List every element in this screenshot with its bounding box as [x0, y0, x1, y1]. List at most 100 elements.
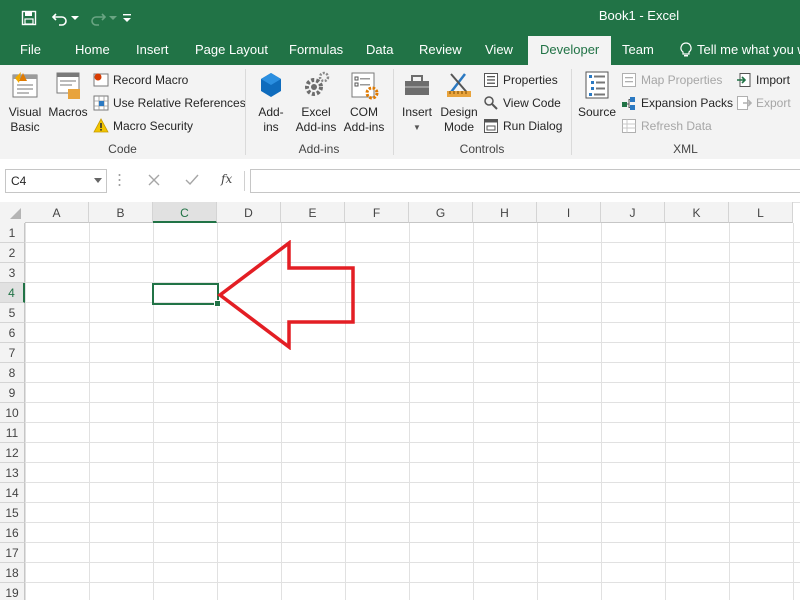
- code-group-label: Code: [108, 142, 137, 156]
- add-ins-icon: [261, 73, 281, 97]
- column-header-i[interactable]: I: [537, 202, 601, 223]
- com-add-ins-icon: [351, 72, 379, 100]
- refresh-data-label: Refresh Data: [641, 119, 712, 133]
- column-header-j[interactable]: J: [601, 202, 665, 223]
- name-box-dropdown-icon[interactable]: [94, 178, 102, 183]
- row-header-2[interactable]: 2: [0, 243, 25, 263]
- row-header-9[interactable]: 9: [0, 383, 25, 403]
- source-label: Source: [577, 105, 617, 119]
- row-header-17[interactable]: 17: [0, 543, 25, 563]
- tab-developer[interactable]: Developer: [528, 36, 612, 65]
- formula-bar: C4 fx: [0, 159, 800, 203]
- add-ins-label-line2: ins: [263, 120, 279, 134]
- import-button[interactable]: Import: [736, 70, 790, 90]
- refresh-data-button[interactable]: Refresh Data: [621, 116, 712, 136]
- name-box[interactable]: C4: [5, 169, 107, 193]
- add-ins-button[interactable]: Add- ins: [250, 69, 292, 135]
- view-code-label: View Code: [503, 96, 561, 110]
- expansion-packs-button[interactable]: Expansion Packs: [621, 93, 733, 113]
- tab-data[interactable]: Data: [366, 35, 393, 65]
- properties-button[interactable]: Properties: [483, 70, 558, 90]
- column-header-e[interactable]: E: [281, 202, 345, 223]
- column-header-h[interactable]: H: [473, 202, 537, 223]
- design-mode-icon: [447, 73, 471, 97]
- ribbon-developer: Visual Basic Macros Record Macro Use Rel…: [0, 65, 800, 160]
- row-header-8[interactable]: 8: [0, 363, 25, 383]
- insert-function-button[interactable]: fx: [221, 172, 232, 186]
- column-header-a[interactable]: A: [25, 202, 89, 223]
- column-header-l[interactable]: L: [729, 202, 793, 223]
- map-properties-icon: [622, 73, 636, 87]
- properties-label: Properties: [503, 73, 558, 87]
- row-header-4[interactable]: 4: [0, 283, 25, 303]
- formula-input[interactable]: [250, 169, 800, 193]
- insert-control-button[interactable]: Insert ▼: [398, 69, 436, 135]
- tab-home[interactable]: Home: [75, 35, 110, 65]
- cell-area[interactable]: [25, 223, 800, 600]
- controls-group-label: Controls: [459, 142, 505, 156]
- column-header-c[interactable]: C: [153, 202, 217, 223]
- cancel-icon[interactable]: [147, 173, 161, 190]
- column-header-b[interactable]: B: [89, 202, 153, 223]
- row-header-15[interactable]: 15: [0, 503, 25, 523]
- insert-control-label: Insert: [401, 105, 432, 119]
- row-header-3[interactable]: 3: [0, 263, 25, 283]
- row-header-11[interactable]: 11: [0, 423, 25, 443]
- expansion-packs-label: Expansion Packs: [641, 96, 734, 110]
- row-header-7[interactable]: 7: [0, 343, 25, 363]
- row-header-6[interactable]: 6: [0, 323, 25, 343]
- macros-button[interactable]: Macros: [46, 69, 90, 120]
- row-header-18[interactable]: 18: [0, 563, 25, 583]
- row-header-1[interactable]: 1: [0, 223, 25, 243]
- com-add-ins-button[interactable]: COM Add-ins: [340, 69, 388, 135]
- column-header-d[interactable]: D: [217, 202, 281, 223]
- worksheet-grid: ABCDEFGHIJKL 1 2 3 4 5 6 7 8 9 10 11 12 13 14 15 16 17 18…: [0, 202, 800, 600]
- view-code-button[interactable]: View Code: [483, 93, 561, 113]
- row-header-12[interactable]: 12: [0, 443, 25, 463]
- macro-security-button[interactable]: Macro Security: [93, 116, 193, 136]
- tab-review[interactable]: Review: [419, 35, 462, 65]
- tab-view[interactable]: View: [485, 35, 513, 65]
- row-header-10[interactable]: 10: [0, 403, 25, 423]
- row-header-16[interactable]: 16: [0, 523, 25, 543]
- active-cell-c4[interactable]: [152, 283, 219, 305]
- row-header-19[interactable]: 19: [0, 583, 25, 600]
- excel-add-ins-button[interactable]: Excel Add-ins: [292, 69, 340, 135]
- tab-insert[interactable]: Insert: [136, 35, 169, 65]
- run-dialog-button[interactable]: Run Dialog: [483, 116, 562, 136]
- source-button[interactable]: Source: [576, 69, 618, 120]
- refresh-data-icon: [622, 119, 636, 133]
- excel-add-ins-label-line1: Excel: [301, 105, 331, 119]
- export-icon: [737, 96, 752, 110]
- visual-basic-button[interactable]: Visual Basic: [4, 69, 46, 135]
- red-arrow-annotation: [217, 240, 355, 350]
- row-header-14[interactable]: 14: [0, 483, 25, 503]
- row-header-13[interactable]: 13: [0, 463, 25, 483]
- record-macro-button[interactable]: Record Macro: [93, 70, 188, 90]
- tell-me-search[interactable]: Tell me what you w: [680, 35, 800, 65]
- expansion-packs-icon: [622, 97, 635, 110]
- use-relative-references-button[interactable]: Use Relative References: [93, 93, 246, 113]
- tab-team[interactable]: Team: [622, 35, 654, 65]
- design-mode-button[interactable]: Design Mode: [437, 69, 481, 135]
- enter-icon[interactable]: [185, 173, 199, 190]
- excel-add-ins-label-line2: Add-ins: [295, 120, 337, 134]
- export-button[interactable]: Export: [736, 93, 791, 113]
- xml-group-label: XML: [673, 142, 698, 156]
- tab-page-layout[interactable]: Page Layout: [195, 35, 268, 65]
- column-header-g[interactable]: G: [409, 202, 473, 223]
- tab-formulas[interactable]: Formulas: [289, 35, 343, 65]
- visual-basic-label-line1: Visual: [8, 105, 42, 119]
- toolbox-icon: [405, 75, 429, 95]
- map-properties-button[interactable]: Map Properties: [621, 70, 722, 90]
- row-header-5[interactable]: 5: [0, 303, 25, 323]
- window-title-text: Book1 - Excel: [598, 8, 680, 23]
- view-code-icon: [484, 96, 498, 110]
- warning-icon: [93, 118, 109, 133]
- column-header-f[interactable]: F: [345, 202, 409, 223]
- formula-bar-splitter[interactable]: [118, 173, 121, 187]
- select-all-button[interactable]: [0, 202, 26, 224]
- macros-label: Macros: [48, 105, 88, 119]
- column-header-k[interactable]: K: [665, 202, 729, 223]
- tab-file[interactable]: File: [20, 35, 41, 65]
